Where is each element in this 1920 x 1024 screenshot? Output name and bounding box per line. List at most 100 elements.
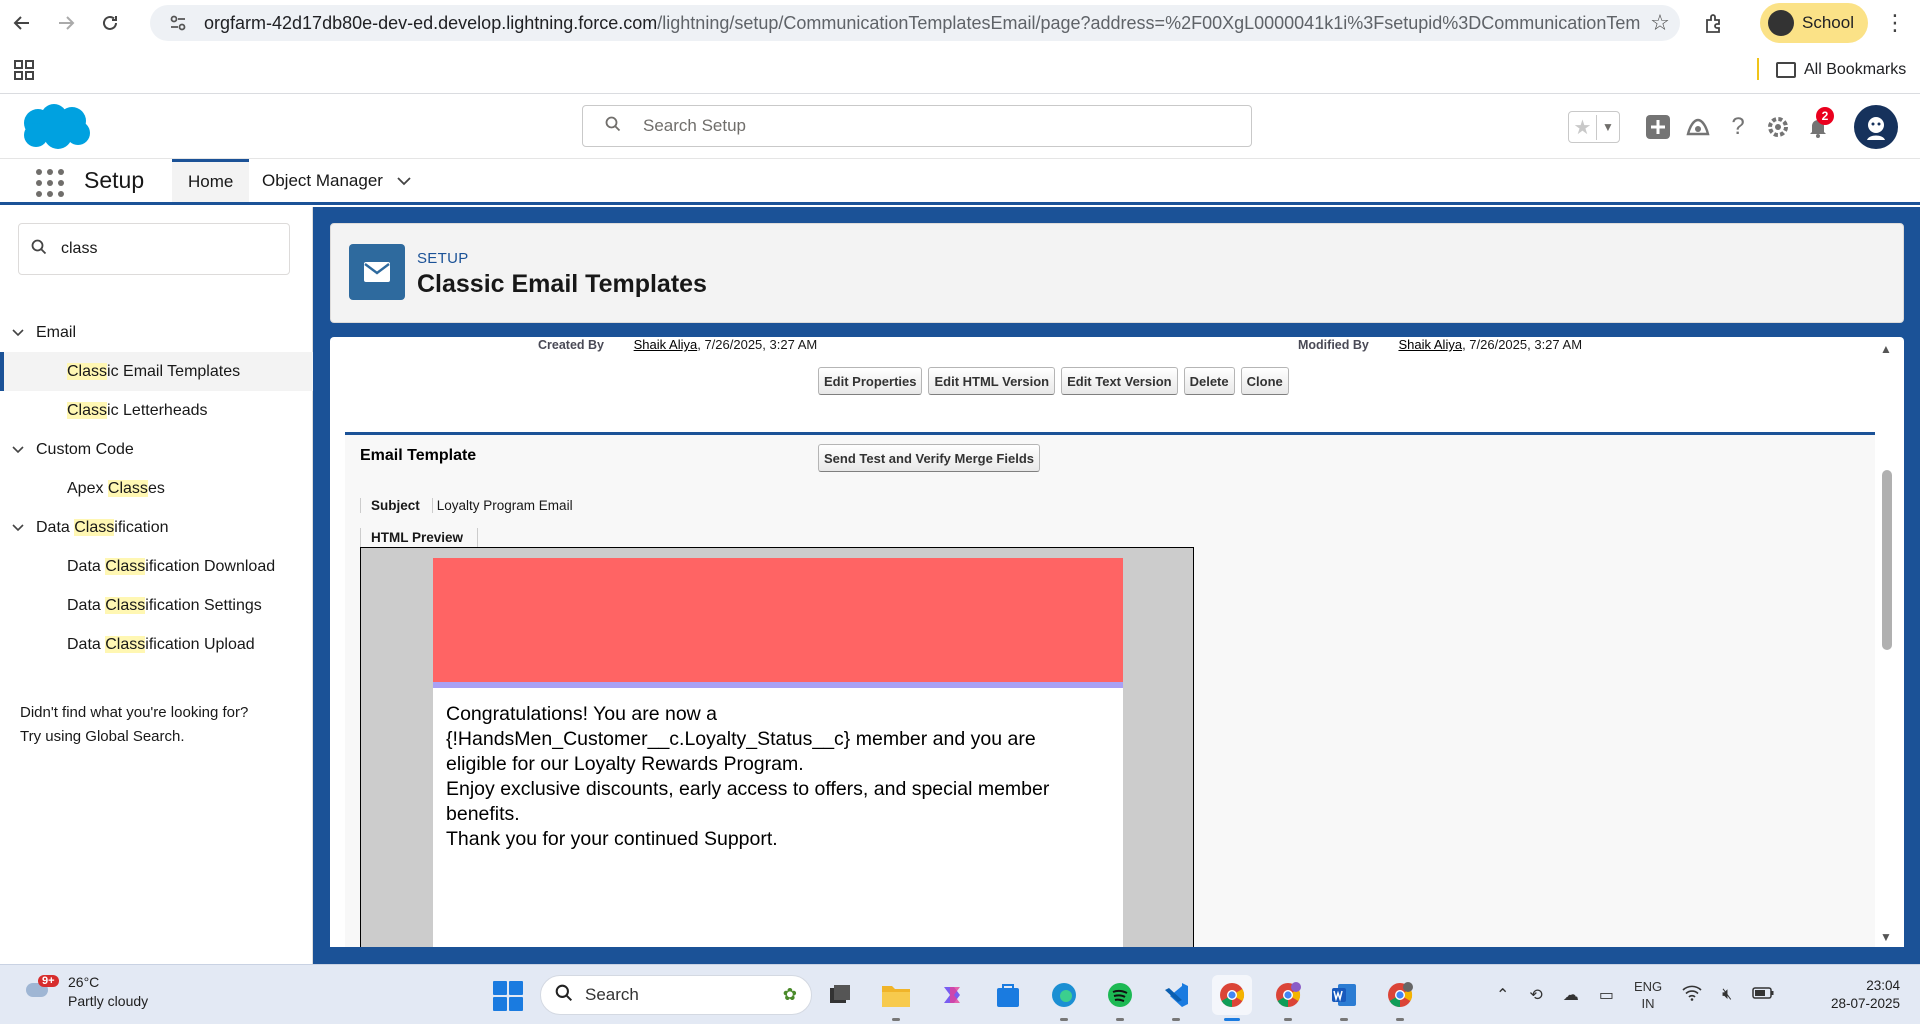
bookmarks-bar: All Bookmarks	[0, 46, 1920, 94]
modified-by-link[interactable]: Shaik Aliya	[1398, 337, 1462, 352]
profile-button[interactable]: School	[1760, 3, 1868, 43]
global-actions-icon[interactable]	[1638, 107, 1678, 147]
tree-category[interactable]: Custom Code	[0, 430, 313, 469]
windows-start-icon[interactable]	[493, 981, 523, 1011]
scroll-up-icon[interactable]: ▲	[1880, 342, 1892, 356]
extensions-icon[interactable]	[1698, 8, 1730, 38]
scroll-down-icon[interactable]: ▼	[1880, 930, 1892, 944]
edit-properties-button[interactable]: Edit Properties	[818, 367, 923, 395]
all-bookmarks-button[interactable]: All Bookmarks	[1776, 58, 1906, 82]
address-bar[interactable]: orgfarm-42d17db80e-dev-ed.develop.lightn…	[150, 5, 1680, 41]
reload-button[interactable]	[88, 0, 132, 46]
chrome-icon[interactable]	[1212, 975, 1252, 1021]
page-title: Classic Email Templates	[417, 270, 707, 298]
trailhead-icon[interactable]	[1678, 107, 1718, 147]
quick-find-value: class	[61, 240, 98, 257]
email-body-line: eligible for our Loyalty Rewards Program…	[446, 753, 804, 775]
html-preview-label: HTML Preview	[360, 528, 479, 547]
setup-tree: Email Classic Email Templates Classic Lett…	[0, 313, 313, 664]
system-clock[interactable]: 23:04 28-07-2025	[1820, 977, 1900, 1013]
folder-icon	[1776, 62, 1796, 78]
email-body-line: benefits.	[446, 803, 520, 825]
setup-gear-icon[interactable]	[1758, 107, 1798, 147]
tree-item-label: Data Classification	[36, 518, 169, 536]
language-indicator[interactable]: ENG IN	[1634, 978, 1662, 1012]
copilot-icon[interactable]	[932, 975, 972, 1015]
setup-search-input[interactable]: Search Setup	[582, 105, 1252, 147]
tree-item[interactable]: Apex Classes	[0, 469, 313, 508]
forward-button[interactable]	[44, 0, 88, 46]
tree-item[interactable]: Classic Email Templates	[0, 352, 313, 391]
vscode-icon[interactable]	[1156, 975, 1196, 1021]
edge-icon[interactable]	[1044, 975, 1084, 1021]
tree-item[interactable]: Data Classification Download	[0, 547, 313, 586]
tree-item[interactable]: Data Classification Settings	[0, 586, 313, 625]
user-avatar[interactable]	[1854, 105, 1898, 149]
reload-icon	[103, 15, 117, 30]
chrome-secondary-icon[interactable]	[1380, 975, 1420, 1021]
spotify-icon[interactable]	[1100, 975, 1140, 1021]
created-by-date: , 7/26/2025, 3:27 AM	[697, 337, 818, 352]
back-button[interactable]	[0, 0, 44, 46]
clock-date: 28-07-2025	[1830, 996, 1900, 1011]
chevron-down-icon[interactable]	[397, 171, 411, 191]
quick-find-input[interactable]: class	[18, 223, 290, 275]
tree-item-label: Email	[36, 323, 77, 341]
template-detail-panel: Created By Shaik Aliya, 7/26/2025, 3:27 …	[330, 337, 1904, 947]
chevron-down-icon[interactable]	[12, 325, 36, 340]
tab-home[interactable]: Home	[172, 159, 250, 202]
weather-condition: Partly cloudy	[68, 993, 149, 1009]
weather-widget[interactable]: 9+ 26°C Partly cloudy	[22, 973, 148, 1011]
onedrive-icon[interactable]: ☁	[1563, 985, 1579, 1005]
tab-object-manager-label: Object Manager	[262, 170, 383, 190]
task-view-icon[interactable]	[820, 975, 860, 1015]
chrome-profile-icon[interactable]	[1268, 975, 1308, 1021]
tree-category[interactable]: Data Classification	[0, 508, 313, 547]
not-found-line: Didn't find what you're looking for?	[20, 704, 249, 721]
battery-icon[interactable]	[1752, 986, 1774, 1004]
tree-item[interactable]: Classic Letterheads	[0, 391, 313, 430]
scroll-thumb[interactable]	[1882, 470, 1892, 650]
wifi-icon[interactable]	[1682, 985, 1702, 1006]
bookmark-star-icon[interactable]: ☆	[1640, 10, 1680, 36]
microsoft-store-icon[interactable]	[988, 975, 1028, 1015]
site-settings-icon[interactable]	[166, 11, 190, 35]
page-eyebrow: SETUP	[417, 250, 469, 267]
weather-badge: 9+	[38, 975, 59, 987]
salesforce-cloud-logo[interactable]	[18, 101, 94, 153]
app-name: Setup	[84, 167, 145, 193]
help-icon[interactable]: ?	[1718, 107, 1758, 147]
chevron-down-icon[interactable]	[12, 520, 36, 535]
favorites-group[interactable]: ★ ▼	[1568, 111, 1620, 143]
modified-by-date: , 7/26/2025, 3:27 AM	[1462, 337, 1583, 352]
taskbar-search[interactable]: Search ✿	[540, 975, 812, 1015]
chevron-down-icon[interactable]	[12, 442, 36, 457]
clone-button[interactable]: Clone	[1240, 367, 1289, 395]
file-explorer-icon[interactable]	[876, 975, 916, 1021]
favorites-dropdown-icon[interactable]: ▼	[1597, 120, 1619, 134]
send-test-button[interactable]: Send Test and Verify Merge Fields	[818, 444, 1040, 472]
content-scrollbar[interactable]: ▲ ▼	[1876, 338, 1898, 946]
speaker-muted-icon[interactable]: 🔇︎	[1722, 986, 1732, 1004]
app-launcher-icon[interactable]	[36, 169, 64, 197]
tree-category[interactable]: Email	[0, 313, 313, 352]
header-actions: ★ ▼ ? 2	[1568, 105, 1898, 149]
apps-grid-icon[interactable]	[14, 60, 34, 80]
created-by-link[interactable]: Shaik Aliya	[634, 337, 698, 352]
tab-object-manager[interactable]: Object Manager	[246, 159, 427, 202]
edit-html-version-button[interactable]: Edit HTML Version	[928, 367, 1056, 395]
chevron-up-icon[interactable]: ⌃	[1496, 985, 1509, 1005]
delete-button[interactable]: Delete	[1183, 367, 1235, 395]
word-icon[interactable]	[1324, 975, 1364, 1021]
sync-icon[interactable]: ⟲	[1529, 985, 1542, 1005]
tree-item-label: Classic Letterheads	[67, 401, 208, 419]
notifications-bell-icon[interactable]: 2	[1798, 107, 1838, 147]
favorites-star-icon[interactable]: ★	[1569, 114, 1597, 140]
display-icon[interactable]: ▭	[1599, 985, 1614, 1005]
tree-item-label: Data Classification Upload	[67, 635, 255, 653]
browser-menu-icon[interactable]: ⋮	[1880, 8, 1910, 38]
tree-item[interactable]: Data Classification Upload	[0, 625, 313, 664]
record-buttons: Edit Properties Edit HTML Version Edit T…	[818, 367, 1289, 395]
clock-time: 23:04	[1866, 978, 1900, 993]
edit-text-version-button[interactable]: Edit Text Version	[1061, 367, 1178, 395]
